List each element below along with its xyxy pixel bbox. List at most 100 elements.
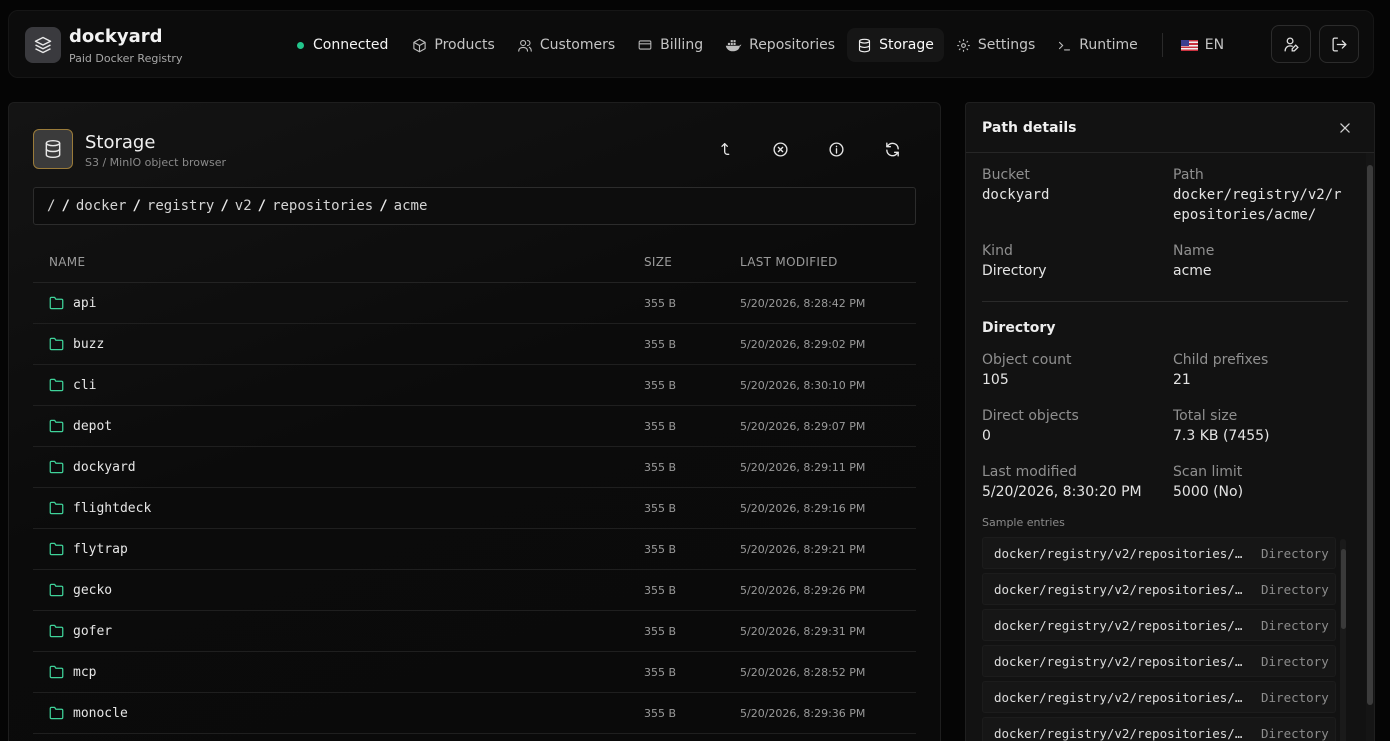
sample-path: docker/registry/v2/repositories/acme/cli… — [994, 618, 1248, 633]
breadcrumb-acme[interactable]: acme — [394, 198, 428, 214]
row-size: 355 B — [644, 666, 677, 679]
table-row[interactable]: monocle 355 B 5/20/2026, 8:29:36 PM — [33, 693, 916, 734]
child-prefixes-field: Child prefixes 21 — [1173, 352, 1268, 390]
close-icon — [1340, 123, 1350, 133]
table-row[interactable]: gofer 355 B 5/20/2026, 8:29:31 PM — [33, 611, 916, 652]
breadcrumb-separator: / — [132, 198, 141, 214]
nav-runtime[interactable]: Runtime — [1047, 28, 1147, 62]
credit-card-icon — [638, 40, 652, 50]
breadcrumb-registry[interactable]: registry — [147, 198, 214, 214]
sample-entry[interactable]: docker/registry/v2/repositories/acme/fli… — [982, 717, 1336, 741]
table-row[interactable]: buzz 355 B 5/20/2026, 8:29:02 PM — [33, 324, 916, 365]
row-last-modified: 5/20/2026, 8:29:16 PM — [740, 502, 866, 515]
row-name: gecko — [73, 583, 113, 598]
folder-icon — [49, 419, 64, 433]
table-row[interactable]: gecko 355 B 5/20/2026, 8:29:26 PM — [33, 570, 916, 611]
sample-entry[interactable]: docker/registry/v2/repositories/acme/buz… — [982, 573, 1336, 605]
row-last-modified: 5/20/2026, 8:29:07 PM — [740, 420, 866, 433]
row-size: 355 B — [644, 625, 677, 638]
row-name: flytrap — [73, 542, 128, 557]
nav-settings[interactable]: Settings — [946, 28, 1045, 62]
samples-scrollbar-thumb[interactable] — [1341, 549, 1346, 629]
table-row[interactable]: depot 355 B 5/20/2026, 8:29:07 PM — [33, 406, 916, 447]
row-last-modified: 5/20/2026, 8:30:10 PM — [740, 379, 866, 392]
details-scrollbar-thumb[interactable] — [1367, 165, 1373, 705]
app-subtitle: Paid Docker Registry — [69, 52, 183, 65]
breadcrumb: / / docker / registry / v2 / repositorie… — [33, 187, 916, 225]
nav-storage[interactable]: Storage — [847, 28, 944, 62]
info-icon — [828, 141, 844, 157]
parent-directory-button[interactable] — [712, 137, 736, 161]
table-row[interactable]: flytrap 355 B 5/20/2026, 8:29:21 PM — [33, 529, 916, 570]
bucket-value: dockyard — [982, 187, 1050, 203]
sample-entry[interactable]: docker/registry/v2/repositories/acme/cli… — [982, 609, 1336, 641]
nav-repositories-label: Repositories — [749, 37, 836, 53]
nav-products[interactable]: Products — [402, 28, 504, 62]
storage-panel: Storage S3 / MinIO object browser / / do… — [8, 102, 941, 741]
folder-icon — [49, 583, 64, 597]
row-name: api — [73, 296, 97, 311]
table-header: NAME SIZE LAST MODIFIED — [33, 241, 916, 283]
sample-path: docker/registry/v2/repositories/acme/doc… — [994, 690, 1248, 705]
details-header: Path details — [966, 103, 1374, 153]
account-button[interactable] — [1271, 25, 1311, 63]
language-selector[interactable]: EN — [1173, 37, 1232, 53]
name-field: Name acme — [1173, 243, 1214, 281]
breadcrumb-separator: / — [379, 198, 388, 214]
name-label: Name — [1173, 243, 1215, 259]
breadcrumb-docker[interactable]: docker — [76, 198, 127, 214]
language-label: EN — [1204, 37, 1225, 53]
scan-limit-field: Scan limit 5000 (No) — [1173, 464, 1243, 502]
sample-entry[interactable]: docker/registry/v2/repositories/acme/doc… — [982, 681, 1336, 713]
user-pen-icon — [1283, 36, 1299, 52]
breadcrumb-repositories[interactable]: repositories — [272, 198, 373, 214]
sample-entry[interactable]: docker/registry/v2/repositories/acme/api… — [982, 537, 1336, 569]
table-row[interactable]: flightdeck 355 B 5/20/2026, 8:29:16 PM — [33, 488, 916, 529]
nav-customers[interactable]: Customers — [507, 28, 625, 62]
scan-limit-value: 5000 (No) — [1173, 484, 1244, 500]
info-button[interactable] — [824, 137, 848, 161]
table-row[interactable]: mcp 355 B 5/20/2026, 8:28:52 PM — [33, 652, 916, 693]
row-last-modified: 5/20/2026, 8:28:42 PM — [740, 297, 866, 310]
last-modified-value: 5/20/2026, 8:30:20 PM — [982, 484, 1142, 500]
folder-icon — [49, 665, 64, 679]
breadcrumb-v2[interactable]: v2 — [235, 198, 252, 214]
file-list: api 355 B 5/20/2026, 8:28:42 PM buzz 355… — [33, 283, 916, 734]
sample-path: docker/registry/v2/repositories/acme/dep… — [994, 654, 1248, 669]
sample-entries-label: Sample entries — [982, 516, 1065, 529]
nav-repositories[interactable]: Repositories — [715, 28, 845, 62]
path-details-panel: Path details Bucket dockyard Path docker… — [965, 102, 1375, 741]
sample-entry[interactable]: docker/registry/v2/repositories/acme/dep… — [982, 645, 1336, 677]
row-size: 355 B — [644, 707, 677, 720]
clear-button[interactable] — [768, 137, 792, 161]
table-row[interactable]: dockyard 355 B 5/20/2026, 8:29:11 PM — [33, 447, 916, 488]
kind-value: Directory — [982, 263, 1047, 279]
row-last-modified: 5/20/2026, 8:29:21 PM — [740, 543, 866, 556]
database-icon — [859, 38, 871, 52]
close-details-button[interactable] — [1338, 120, 1352, 139]
row-name: dockyard — [73, 460, 136, 475]
sample-entries-list: docker/registry/v2/repositories/acme/api… — [982, 537, 1336, 741]
refresh-button[interactable] — [880, 137, 904, 161]
folder-icon — [49, 378, 64, 392]
sample-kind: Directory — [1261, 618, 1329, 633]
last-modified-field: Last modified 5/20/2026, 8:30:20 PM — [982, 464, 1142, 502]
column-name[interactable]: NAME — [49, 255, 85, 269]
row-size: 355 B — [644, 502, 677, 515]
bucket-field: Bucket dockyard — [982, 167, 1049, 205]
breadcrumb-root[interactable]: / — [47, 198, 55, 214]
nav-products-label: Products — [434, 37, 495, 53]
table-row[interactable]: api 355 B 5/20/2026, 8:28:42 PM — [33, 283, 916, 324]
row-name: buzz — [73, 337, 105, 352]
path-label: Path — [1173, 167, 1204, 183]
logout-button[interactable] — [1319, 25, 1359, 63]
table-row[interactable]: cli 355 B 5/20/2026, 8:30:10 PM — [33, 365, 916, 406]
column-size[interactable]: SIZE — [644, 255, 672, 269]
total-size-label: Total size — [1173, 408, 1238, 424]
total-size-value: 7.3 KB (7455) — [1173, 428, 1270, 444]
us-flag-icon — [1180, 39, 1198, 51]
nav-billing[interactable]: Billing — [627, 28, 713, 62]
column-last-modified[interactable]: LAST MODIFIED — [740, 255, 838, 269]
logout-icon — [1331, 36, 1347, 52]
nav-settings-label: Settings — [977, 37, 1036, 53]
